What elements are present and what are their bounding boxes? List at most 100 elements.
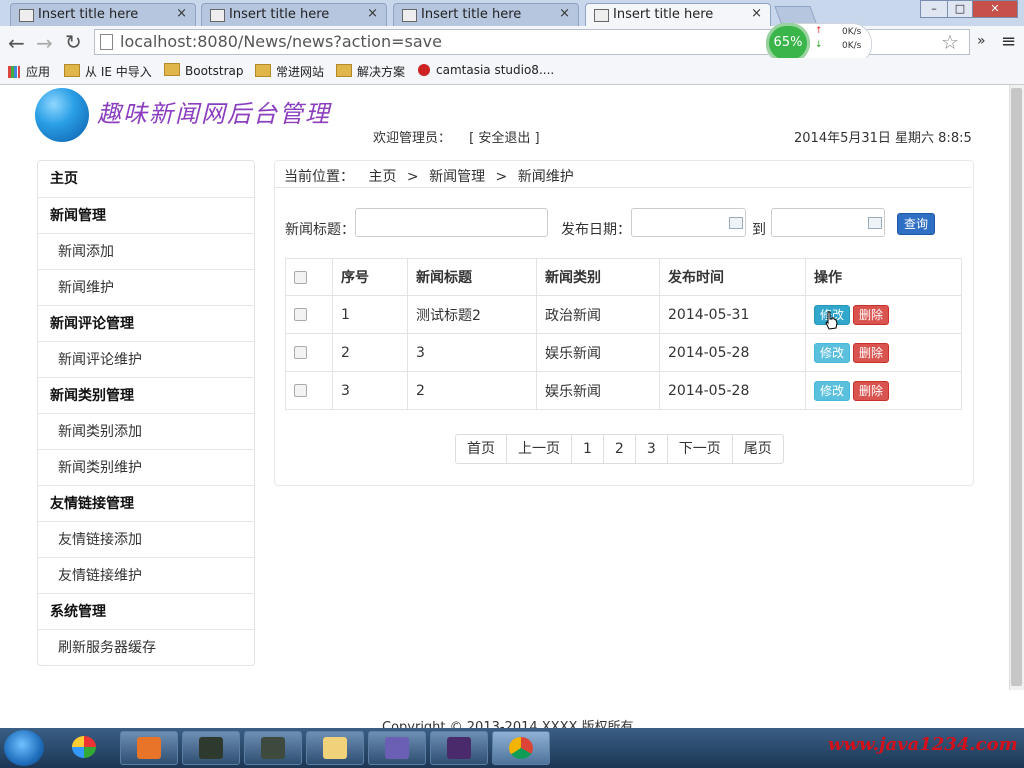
start-button[interactable]: [4, 730, 44, 766]
taskbar-app[interactable]: [306, 731, 364, 765]
app-icon: [261, 737, 285, 759]
page-prev[interactable]: 上一页: [506, 435, 571, 463]
row-select-cell: [285, 333, 333, 372]
sidebar-item-category-maintain[interactable]: 新闻类别维护: [38, 449, 254, 485]
eclipse-icon: [447, 737, 471, 759]
page-icon: [19, 9, 34, 22]
sidebar-item-link-maintain[interactable]: 友情链接维护: [38, 557, 254, 593]
close-icon[interactable]: ×: [176, 6, 187, 21]
page-first[interactable]: 首页: [456, 435, 506, 463]
hand-cursor-icon: [825, 311, 838, 330]
column-header: 操作: [805, 258, 962, 296]
browser-tab-active[interactable]: Insert title here ×: [585, 3, 771, 26]
sidebar-item-link-add[interactable]: 友情链接添加: [38, 521, 254, 557]
breadcrumb-current: 新闻维护: [517, 169, 574, 185]
sidebar-item-link-management[interactable]: 友情链接管理: [38, 485, 254, 521]
apps-icon: [8, 66, 20, 78]
select-all-cell: [285, 258, 333, 296]
column-header: 新闻标题: [407, 258, 537, 296]
close-icon[interactable]: ×: [367, 6, 378, 21]
query-button[interactable]: 查询: [897, 213, 935, 235]
star-icon[interactable]: ☆: [941, 30, 959, 54]
scrollbar-thumb[interactable]: [1011, 88, 1022, 686]
app-icon: [72, 736, 96, 758]
up-arrow-icon: ↑: [815, 26, 823, 36]
bookmark-camtasia[interactable]: camtasia studio8....: [418, 63, 554, 77]
minimize-button[interactable]: –: [920, 0, 948, 18]
sidebar-item-news-maintain[interactable]: 新闻维护: [38, 269, 254, 305]
browser-tab[interactable]: Insert title here ×: [393, 3, 579, 26]
row-checkbox[interactable]: [294, 384, 307, 397]
close-icon[interactable]: ×: [559, 6, 570, 21]
sidebar-item-category-management[interactable]: 新闻类别管理: [38, 377, 254, 413]
tab-title: Insert title here: [229, 7, 330, 22]
calendar-icon[interactable]: [729, 217, 743, 229]
date-label: 发布日期：: [561, 222, 631, 238]
sidebar-item-news-management[interactable]: 新闻管理: [38, 197, 254, 233]
down-arrow-icon: ↓: [815, 40, 823, 50]
delete-button[interactable]: 删除: [853, 380, 889, 401]
tab-title: Insert title here: [613, 7, 714, 22]
calendar-icon[interactable]: [868, 217, 882, 229]
sidebar-item-home[interactable]: 主页: [38, 161, 254, 197]
close-icon[interactable]: ×: [751, 6, 762, 21]
forward-arrow-icon[interactable]: →: [36, 31, 53, 55]
page-next[interactable]: 下一页: [666, 435, 732, 463]
title-input[interactable]: [355, 208, 548, 237]
delete-button[interactable]: 删除: [853, 304, 889, 325]
page-2[interactable]: 2: [602, 435, 635, 463]
sidebar-item-system-management[interactable]: 系统管理: [38, 593, 254, 629]
delete-button[interactable]: 删除: [853, 342, 889, 363]
edit-button[interactable]: 修改: [814, 380, 850, 401]
cell-no: 1: [332, 295, 408, 334]
taskbar-app[interactable]: [368, 731, 426, 765]
maximize-button[interactable]: □: [947, 0, 973, 18]
page-3[interactable]: 3: [634, 435, 667, 463]
watermark: www.java1234.com: [828, 734, 1018, 755]
taskbar-app[interactable]: [56, 731, 114, 765]
page-info-icon[interactable]: [100, 34, 113, 50]
row-checkbox[interactable]: [294, 308, 307, 321]
more-icon[interactable]: »: [977, 33, 986, 49]
welcome-bar: 欢迎管理员： [ 安全退出 ]: [373, 127, 540, 146]
breadcrumb-home[interactable]: 主页: [368, 169, 396, 185]
cell-category: 娱乐新闻: [536, 371, 660, 410]
browser-tab[interactable]: Insert title here ×: [10, 3, 196, 26]
sidebar-item-news-add[interactable]: 新闻添加: [38, 233, 254, 269]
select-all-checkbox[interactable]: [294, 270, 307, 284]
menu-icon[interactable]: ≡: [1001, 31, 1016, 52]
breadcrumb-section[interactable]: 新闻管理: [429, 169, 485, 185]
column-header: 发布时间: [659, 258, 806, 296]
powerpoint-icon: [137, 737, 161, 759]
taskbar-app[interactable]: [244, 731, 302, 765]
bookmark-folder[interactable]: 常进网站: [255, 63, 324, 80]
taskbar-app[interactable]: [430, 731, 488, 765]
edit-button[interactable]: 修改: [814, 342, 850, 363]
browser-tab[interactable]: Insert title here ×: [201, 3, 387, 26]
row-checkbox[interactable]: [294, 346, 307, 359]
bookmark-apps[interactable]: 应用: [8, 63, 50, 80]
row-select-cell: [285, 295, 333, 334]
bookmark-folder[interactable]: 从 IE 中导入: [64, 63, 152, 80]
tab-title: Insert title here: [38, 7, 139, 22]
sidebar-item-category-add[interactable]: 新闻类别添加: [38, 413, 254, 449]
window-close-button[interactable]: ✕: [972, 0, 1018, 18]
bookmark-folder[interactable]: Bootstrap: [164, 63, 243, 78]
table-row: 2 3 娱乐新闻 2014-05-28 修改 删除: [285, 333, 962, 372]
logout-link[interactable]: [ 安全退出 ]: [469, 131, 539, 146]
sidebar-item-comment-maintain[interactable]: 新闻评论维护: [38, 341, 254, 377]
page-1[interactable]: 1: [571, 435, 603, 463]
page-icon: [594, 9, 609, 22]
taskbar-app-active[interactable]: [492, 731, 550, 765]
taskbar-app[interactable]: [182, 731, 240, 765]
reload-icon[interactable]: ↻: [65, 30, 82, 54]
url-text[interactable]: localhost:8080/News/news?action=save: [120, 32, 442, 51]
sidebar-item-comment-management[interactable]: 新闻评论管理: [38, 305, 254, 341]
cell-no: 3: [332, 371, 408, 410]
page-last[interactable]: 尾页: [731, 435, 783, 463]
bookmark-folder[interactable]: 解决方案: [336, 63, 405, 80]
back-arrow-icon[interactable]: ←: [8, 31, 25, 55]
sidebar-item-refresh-cache[interactable]: 刷新服务器缓存: [38, 629, 254, 665]
taskbar-app[interactable]: [120, 731, 178, 765]
table-row: 1 测试标题2 政治新闻 2014-05-31 修改 删除: [285, 295, 962, 334]
